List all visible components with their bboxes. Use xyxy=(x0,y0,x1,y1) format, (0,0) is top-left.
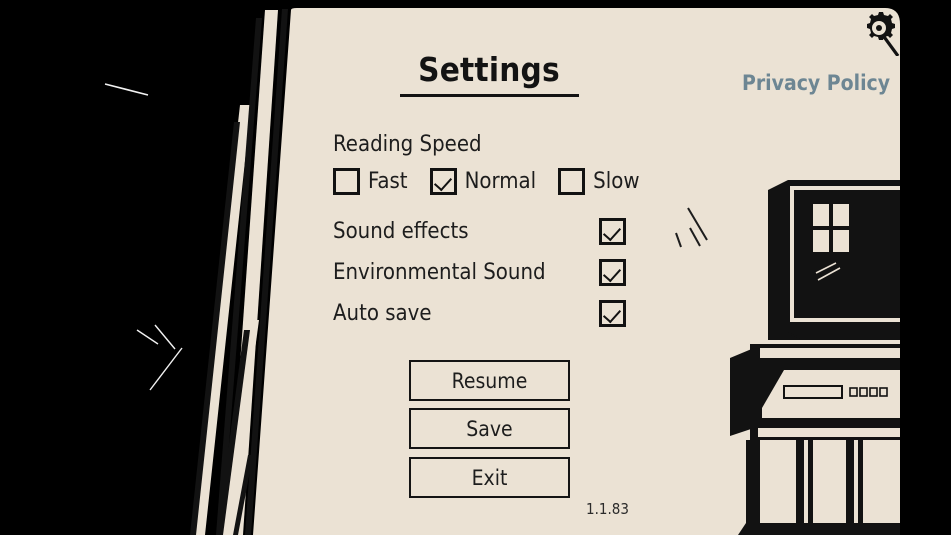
checkbox-slow[interactable] xyxy=(558,168,586,195)
checkbox-auto-save[interactable] xyxy=(599,299,626,327)
privacy-policy-link[interactable]: Privacy Policy xyxy=(742,71,890,95)
page-title: Settings xyxy=(418,50,560,89)
reading-speed-option-normal[interactable]: Normal xyxy=(429,168,537,195)
checkbox-environmental-sound[interactable] xyxy=(599,258,626,286)
reading-speed-option-normal-label: Normal xyxy=(464,169,537,194)
save-button[interactable]: Save xyxy=(409,408,570,449)
reading-speed-option-fast-label: Fast xyxy=(368,169,408,194)
setting-row-environmental-sound[interactable]: Environmental Sound xyxy=(333,257,626,287)
reading-speed-option-slow[interactable]: Slow xyxy=(558,168,640,195)
reading-speed-label: Reading Speed xyxy=(333,132,482,157)
gear-icon[interactable] xyxy=(858,10,902,57)
title-underline xyxy=(400,94,579,97)
checkbox-normal[interactable] xyxy=(429,168,457,195)
reading-speed-options: Fast Normal Slow xyxy=(333,168,662,195)
checkbox-fast[interactable] xyxy=(333,168,360,195)
version-label: 1.1.83 xyxy=(586,500,629,518)
reading-speed-option-fast[interactable]: Fast xyxy=(333,168,408,195)
checkbox-sound-effects[interactable] xyxy=(599,217,626,245)
reading-speed-option-slow-label: Slow xyxy=(593,169,640,194)
exit-button[interactable]: Exit xyxy=(409,457,570,498)
setting-label-auto-save: Auto save xyxy=(333,300,432,326)
setting-row-auto-save[interactable]: Auto save xyxy=(333,298,626,328)
setting-label-environmental-sound: Environmental Sound xyxy=(333,259,546,285)
settings-screen: Settings Privacy Policy Reading Speed Fa… xyxy=(0,0,951,535)
setting-row-sound-effects[interactable]: Sound effects xyxy=(333,216,626,246)
resume-button[interactable]: Resume xyxy=(409,360,570,401)
setting-label-sound-effects: Sound effects xyxy=(333,218,469,244)
